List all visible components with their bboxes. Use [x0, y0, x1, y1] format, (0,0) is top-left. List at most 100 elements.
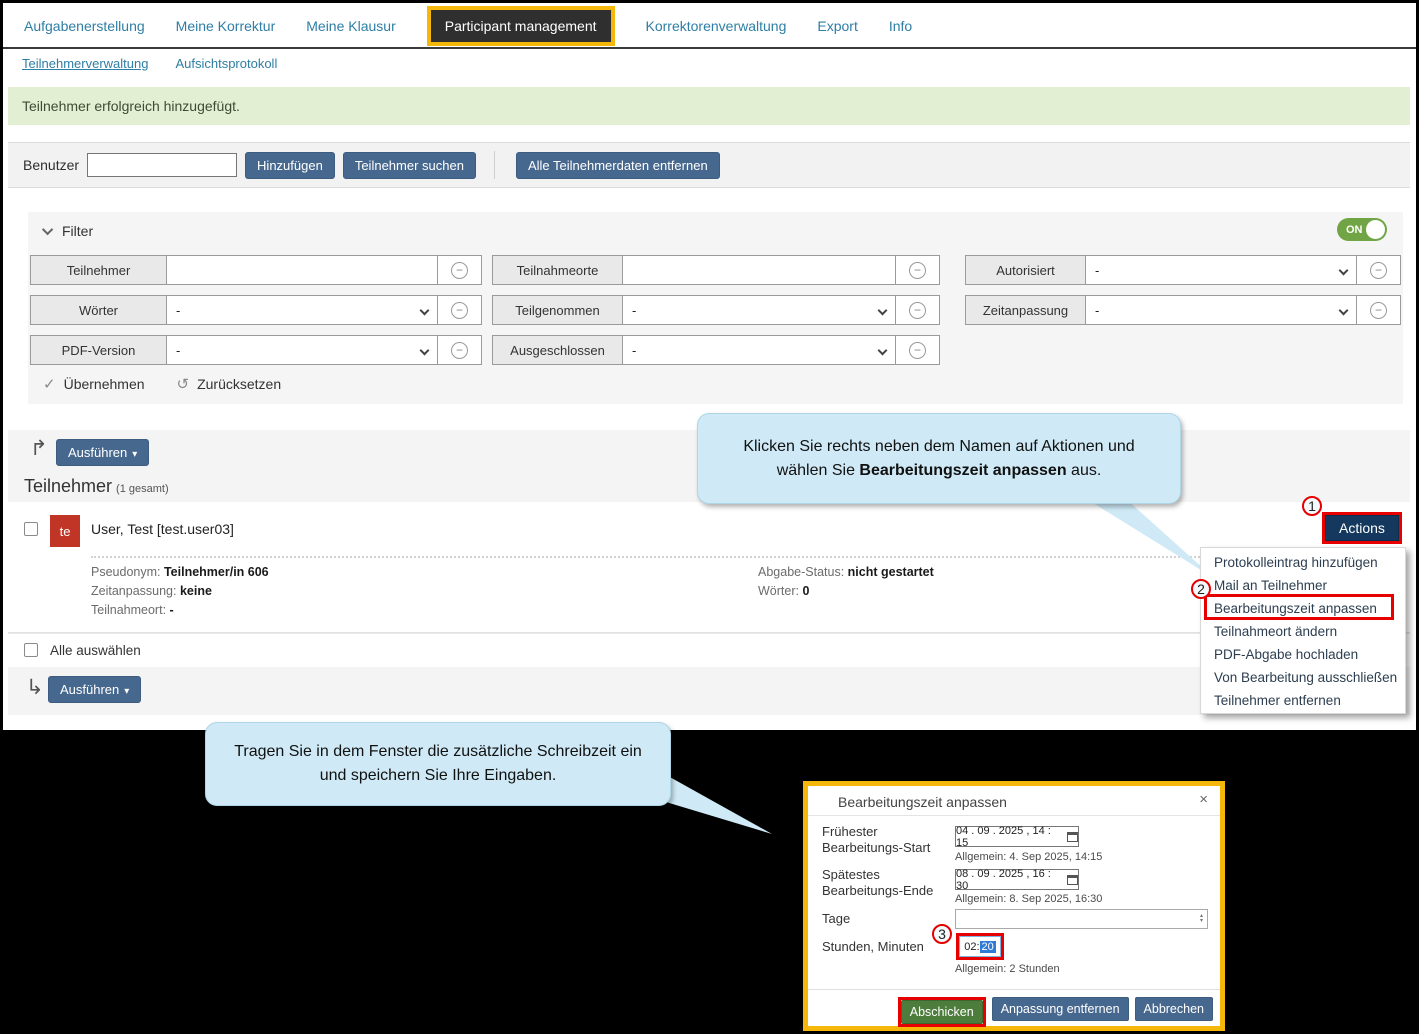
minus-icon: −	[1370, 262, 1387, 279]
teilnehmer-suchen-button[interactable]: Teilnehmer suchen	[343, 152, 476, 179]
chevron-down-icon	[1339, 305, 1349, 315]
callout1-line1: Klicken Sie rechts neben dem Namen auf A…	[743, 438, 1134, 455]
tab-info[interactable]: Info	[889, 18, 912, 34]
success-message-text: Teilnehmer erfolgreich hinzugefügt.	[22, 98, 240, 114]
filter-teilnehmer-label: Teilnehmer	[31, 256, 167, 284]
filter-teilnehmer-remove-button[interactable]: −	[437, 256, 481, 284]
nav-divider	[3, 47, 1416, 49]
end-note: Allgemein: 8. Sep 2025, 16:30	[955, 893, 1102, 905]
uebernehmen-button[interactable]: ✓Übernehmen	[43, 375, 145, 393]
filter-zeitanpassung-select[interactable]: -	[1086, 296, 1356, 324]
alle-teilnehmerdaten-entfernen-button[interactable]: Alle Teilnehmerdaten entfernen	[516, 152, 720, 179]
callout-modal-instruction: Tragen Sie in dem Fenster die zusätzlich…	[205, 722, 671, 806]
tab-meine-klausur[interactable]: Meine Klausur	[306, 18, 396, 34]
filter-zeitanpassung-remove-button[interactable]: −	[1356, 296, 1400, 324]
callout2-tail	[668, 776, 772, 834]
minus-icon: −	[909, 262, 926, 279]
subtab-aufsichtsprotokoll[interactable]: Aufsichtsprotokoll	[175, 56, 277, 71]
close-icon[interactable]: ×	[1199, 791, 1208, 808]
callout-actions-instruction: Klicken Sie rechts neben dem Namen auf A…	[697, 413, 1181, 504]
top-navigation: Aufgabenerstellung Meine Korrektur Meine…	[24, 3, 912, 49]
menu-item-bearbeitungszeit-anpassen[interactable]: Bearbeitungszeit anpassen	[1201, 597, 1405, 620]
select-value: -	[176, 303, 180, 318]
participant-details-right: Abgabe-Status: nicht gestartet Wörter: 0	[758, 563, 934, 601]
participants-count: (1 gesamt)	[116, 483, 169, 495]
participant-details-left: Pseudonym: Teilnehmer/in 606 Zeitanpassu…	[91, 563, 269, 620]
participant-avatar: te	[50, 515, 80, 547]
tab-export[interactable]: Export	[817, 18, 857, 34]
select-value: -	[1095, 263, 1099, 278]
apply-to-selection-down-icon: ↳	[26, 675, 44, 700]
sub-navigation: Teilnehmerverwaltung Aufsichtsprotokoll	[22, 56, 277, 71]
stunden-minuten-label: Stunden, Minuten	[822, 939, 924, 955]
pseudonym-value: Teilnehmer/in 606	[164, 565, 269, 579]
ausfuehren-top-button[interactable]: Ausführen▾	[56, 439, 149, 466]
minus-icon: −	[451, 262, 468, 279]
start-datetime-value: 04 . 09 . 2025 , 14 : 15	[956, 825, 1062, 849]
filter-autorisiert-select[interactable]: -	[1086, 256, 1356, 284]
abbrechen-button[interactable]: Abbrechen	[1135, 997, 1213, 1021]
chevron-down-icon	[1339, 265, 1349, 275]
filter-teilnahmeorte-input[interactable]	[623, 256, 895, 284]
filter-ausgeschlossen-select[interactable]: -	[623, 336, 895, 364]
spinner-icon[interactable]: ▴▾	[1200, 914, 1203, 924]
filter-title: Filter	[62, 223, 93, 239]
menu-item-teilnehmer-entfernen[interactable]: Teilnehmer entfernen	[1201, 689, 1405, 712]
modal-footer-divider	[808, 989, 1220, 990]
abgabe-status-label: Abgabe-Status:	[758, 565, 844, 579]
user-add-bar: Benutzer Hinzufügen Teilnehmer suchen Al…	[8, 142, 1410, 188]
tab-participant-management-active[interactable]: Participant management	[427, 6, 615, 46]
end-label: SpätestesBearbeitungs-Ende	[822, 867, 933, 899]
filter-teilgenommen-select[interactable]: -	[623, 296, 895, 324]
actions-button[interactable]: Actions	[1325, 515, 1399, 541]
participant-checkbox[interactable]	[24, 522, 38, 536]
filter-on-toggle[interactable]: ON	[1337, 218, 1387, 241]
minus-icon: −	[909, 302, 926, 319]
abschicken-button[interactable]: Abschicken	[901, 1000, 983, 1024]
filter-autorisiert-remove-button[interactable]: −	[1356, 256, 1400, 284]
tab-aufgabenerstellung[interactable]: Aufgabenerstellung	[24, 18, 145, 34]
woerter-value: 0	[802, 584, 809, 598]
menu-item-pdf-abgabe-hochladen[interactable]: PDF-Abgabe hochladen	[1201, 643, 1405, 666]
hinzufuegen-button[interactable]: Hinzufügen	[245, 152, 335, 179]
tab-korrektorenverwaltung[interactable]: Korrektorenverwaltung	[646, 18, 787, 34]
filter-pdf-version-select[interactable]: -	[167, 336, 437, 364]
participants-heading: Teilnehmer(1 gesamt)	[24, 476, 169, 497]
screenshot-canvas: Aufgabenerstellung Meine Korrektur Meine…	[0, 0, 1419, 1034]
filter-ausgeschlossen-label: Ausgeschlossen	[493, 336, 623, 364]
menu-item-von-bearbeitung-ausschliessen[interactable]: Von Bearbeitung ausschließen	[1201, 666, 1405, 689]
end-datetime-input[interactable]: 08 . 09 . 2025 , 16 : 30	[955, 869, 1079, 890]
submit-highlight-box: Abschicken	[898, 997, 986, 1027]
filter-woerter-remove-button[interactable]: −	[437, 296, 481, 324]
tab-meine-korrektur[interactable]: Meine Korrektur	[176, 18, 276, 34]
zuruecksetzen-button[interactable]: ↺Zurücksetzen	[177, 375, 282, 393]
benutzer-input[interactable]	[87, 153, 237, 177]
select-all-label: Alle auswählen	[50, 643, 141, 658]
start-datetime-input[interactable]: 04 . 09 . 2025 , 14 : 15	[955, 826, 1079, 847]
filter-teilgenommen-remove-button[interactable]: −	[895, 296, 939, 324]
ausfuehren-bottom-button[interactable]: Ausführen▾	[48, 676, 141, 703]
chevron-down-icon	[878, 345, 888, 355]
calendar-icon	[1067, 832, 1078, 842]
select-all-checkbox[interactable]	[24, 643, 38, 657]
filter-woerter-select[interactable]: -	[167, 296, 437, 324]
select-value: -	[632, 343, 636, 358]
participant-name[interactable]: User, Test [test.user03]	[91, 521, 234, 537]
menu-item-teilnahmeort-aendern[interactable]: Teilnahmeort ändern	[1201, 620, 1405, 643]
filter-collapse-header[interactable]: Filter	[45, 223, 93, 239]
filter-ausgeschlossen-remove-button[interactable]: −	[895, 336, 939, 364]
anpassung-entfernen-button[interactable]: Anpassung entfernen	[992, 997, 1129, 1021]
filter-teilnahmeorte-remove-button[interactable]: −	[895, 256, 939, 284]
callout1-line2-bold: Bearbeitungszeit anpassen	[859, 462, 1066, 479]
end-datetime-value: 08 . 09 . 2025 , 16 : 30	[956, 868, 1062, 892]
stunden-minuten-input[interactable]: 02 : 20	[959, 936, 1001, 957]
tage-input[interactable]: ▴▾	[955, 909, 1208, 929]
caret-down-icon: ▾	[132, 449, 137, 460]
filter-teilnehmer-input[interactable]	[167, 256, 437, 284]
filter-pdf-version-remove-button[interactable]: −	[437, 336, 481, 364]
start-note: Allgemein: 4. Sep 2025, 14:15	[955, 851, 1102, 863]
menu-item-protokolleintrag[interactable]: Protokolleintrag hinzufügen	[1201, 551, 1405, 574]
menu-item-mail-an-teilnehmer[interactable]: Mail an Teilnehmer	[1201, 574, 1405, 597]
chevron-down-icon	[878, 305, 888, 315]
subtab-teilnehmerverwaltung[interactable]: Teilnehmerverwaltung	[22, 56, 148, 71]
